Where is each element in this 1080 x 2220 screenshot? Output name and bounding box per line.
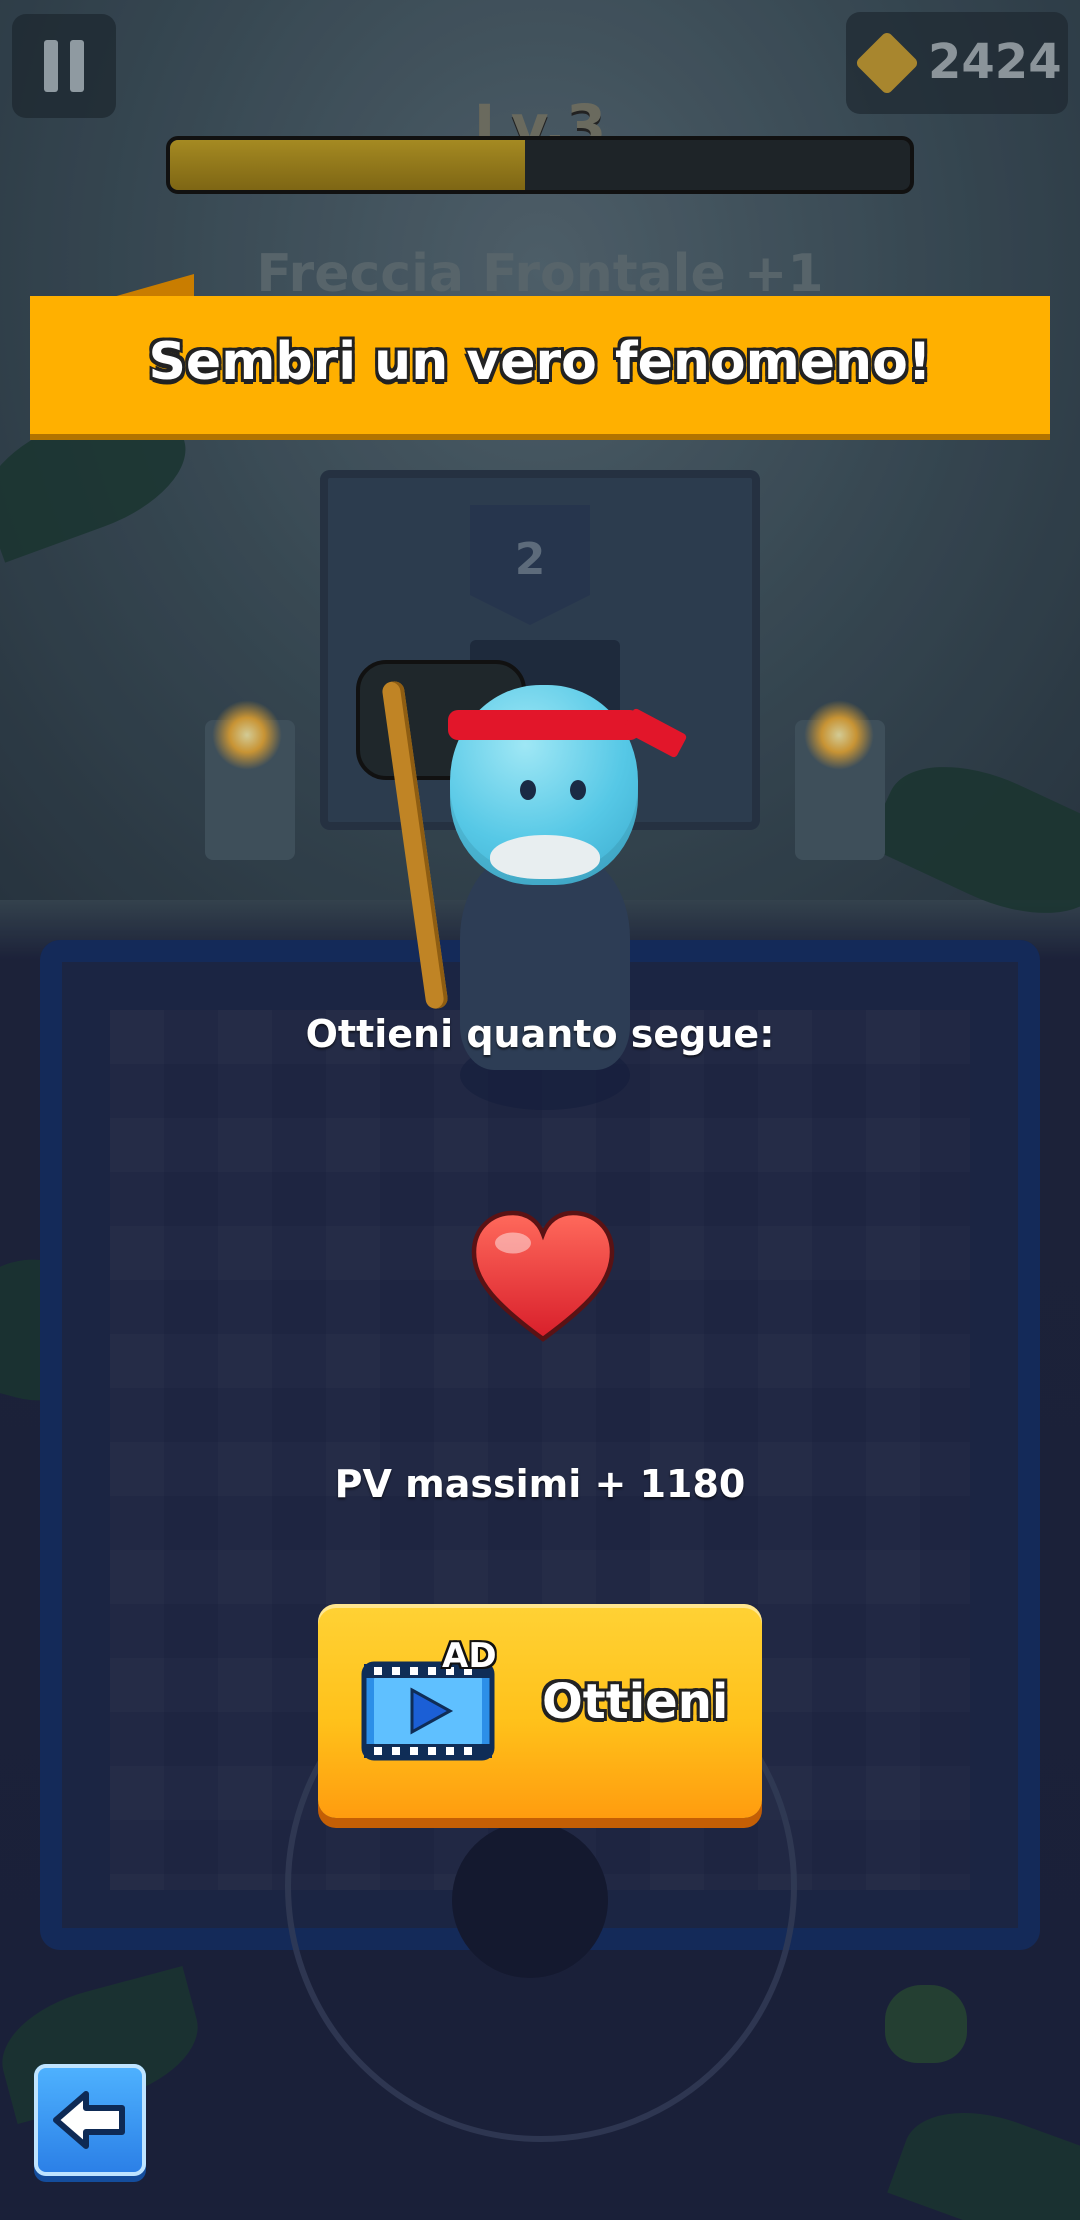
gem-count: 2424 xyxy=(928,34,1062,90)
claim-label: Ottieni xyxy=(542,1674,729,1730)
claim-ad-button[interactable]: AD Ottieni xyxy=(318,1604,762,1818)
reward-value: PV massimi + 1180 xyxy=(334,1462,746,1506)
hero-character xyxy=(381,660,688,1140)
praise-banner: Sembri un vero fenomeno! xyxy=(30,296,1050,434)
hero-eye xyxy=(520,780,536,800)
hero-eye xyxy=(570,780,586,800)
hero-headband xyxy=(448,710,640,740)
ad-tag: AD xyxy=(442,1636,497,1676)
reward-title: Ottieni quanto segue: xyxy=(305,1012,775,1056)
hero-mustache xyxy=(490,835,600,879)
heart-icon xyxy=(471,1210,615,1342)
banner-text: Sembri un vero fenomeno! xyxy=(148,332,932,392)
xp-bar xyxy=(166,136,914,194)
back-arrow-icon xyxy=(53,2091,125,2149)
back-button[interactable] xyxy=(34,2064,146,2176)
xp-fill xyxy=(170,140,526,190)
gem-icon xyxy=(854,30,920,96)
